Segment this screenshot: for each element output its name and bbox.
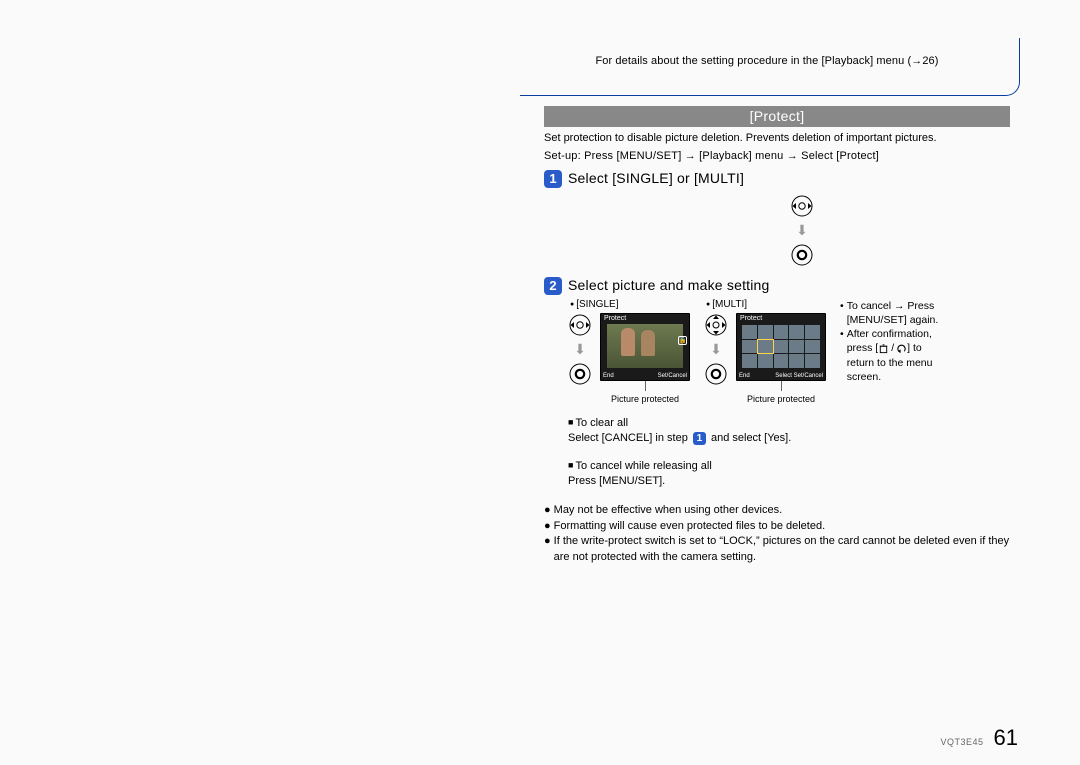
- footnote-bullets: ●May not be effective when using other d…: [544, 503, 1010, 565]
- step-2-title: Select picture and make setting: [568, 277, 770, 293]
- note-text: press [: [847, 342, 879, 354]
- multi-screen-block: Protect End Select Set/Cancel Picture pro…: [736, 313, 826, 404]
- multi-lcd: Protect End Select Set/Cancel: [736, 313, 826, 381]
- single-caption: Picture protected: [611, 394, 679, 404]
- note-text: screen.: [847, 371, 881, 383]
- clear-all-text: and select [Yes].: [711, 432, 791, 444]
- lcd-right: Select Set/Cancel: [775, 373, 823, 379]
- single-lcd: Protect 🔒 End Set/Cancel: [600, 313, 690, 381]
- clear-all-text: Select [CANCEL] in step: [568, 432, 688, 444]
- person-shape: [641, 330, 655, 356]
- footnote-text: If the write-protect switch is set to “L…: [554, 534, 1010, 565]
- cancel-releasing-text: Press [MENU/SET].: [568, 474, 1010, 489]
- down-arrow-icon: ⬇: [796, 222, 808, 239]
- section-title-bar: [Protect]: [544, 106, 1010, 127]
- set-button-icon: [568, 362, 592, 386]
- note-text: To cancel → Press: [847, 300, 935, 312]
- multi-caption: Picture protected: [747, 394, 815, 404]
- clear-all-block: ■To clear all Select [CANCEL] in step 1 …: [568, 416, 1010, 447]
- down-arrow-icon: ⬇: [710, 341, 722, 358]
- clear-all-heading: To clear all: [575, 417, 628, 429]
- note-text: [MENU/SET] again.: [847, 314, 939, 326]
- lcd-title: Protect: [604, 315, 626, 322]
- step-2-badge: 2: [544, 277, 562, 295]
- lcd-left: End: [739, 373, 750, 379]
- dpad-leftright-icon: [568, 313, 592, 337]
- lcd-left: End: [603, 373, 614, 379]
- step-1: 1 Select [SINGLE] or [MULTI]: [544, 170, 1010, 188]
- step-1-controls: ⬇: [594, 194, 1010, 267]
- doc-code: VQT3E45: [940, 737, 983, 747]
- single-label: [SINGLE]: [570, 299, 690, 310]
- set-button-icon: [790, 243, 814, 267]
- down-arrow-icon: ⬇: [574, 341, 586, 358]
- step-2-row: [SINGLE] ⬇ Protect 🔒 End Set/Cancel: [568, 299, 1010, 404]
- person-shape: [621, 328, 635, 356]
- multi-label: [MULTI]: [706, 299, 826, 310]
- note-text: ] to: [907, 342, 922, 354]
- note-text: return to the menu: [847, 357, 933, 369]
- cancel-releasing-heading: To cancel while releasing all: [575, 460, 711, 472]
- top-note: For details about the setting procedure …: [532, 55, 1002, 67]
- section-description: Set protection to disable picture deleti…: [544, 131, 1010, 146]
- page-number: 61: [994, 725, 1018, 751]
- step-1-badge: 1: [544, 170, 562, 188]
- single-controls: ⬇: [568, 313, 592, 386]
- page-footer: VQT3E45 61: [940, 725, 1018, 751]
- lcd-right: Set/Cancel: [658, 373, 687, 379]
- trash-return-icons: /: [878, 341, 907, 355]
- set-button-icon: [704, 362, 728, 386]
- footnote-text: Formatting will cause even protected fil…: [554, 519, 825, 534]
- lcd-title: Protect: [740, 315, 762, 322]
- note-text: After confirmation,: [847, 328, 932, 340]
- dpad-4way-icon: [704, 313, 728, 337]
- lock-icon: 🔒: [678, 336, 687, 345]
- inline-step1-badge: 1: [693, 432, 706, 445]
- side-notes: •To cancel → Press[MENU/SET] again. • Af…: [840, 299, 938, 384]
- single-screen-block: Protect 🔒 End Set/Cancel Picture protecte…: [600, 313, 690, 404]
- content-column: [Protect] Set protection to disable pict…: [544, 106, 1010, 565]
- setup-line: Set-up: Press [MENU/SET] → [Playback] me…: [544, 150, 1010, 162]
- cancel-releasing-block: ■To cancel while releasing all Press [ME…: [568, 459, 1010, 490]
- page-frame: [520, 38, 1020, 96]
- thumbnail-grid: [742, 325, 820, 368]
- dpad-leftright-icon: [790, 194, 814, 218]
- footnote-text: May not be effective when using other de…: [554, 503, 783, 518]
- multi-controls: ⬇: [704, 313, 728, 386]
- step-1-title: Select [SINGLE] or [MULTI]: [568, 170, 744, 186]
- step-2: 2 Select picture and make setting: [544, 277, 1010, 295]
